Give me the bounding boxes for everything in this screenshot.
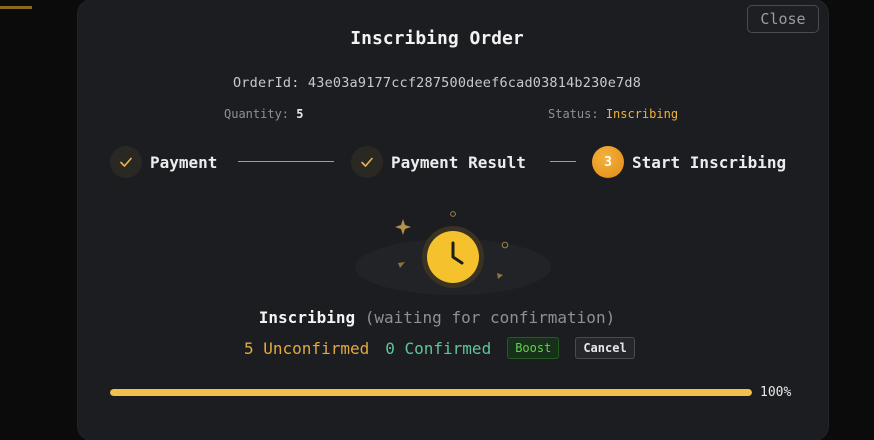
check-icon — [110, 146, 142, 178]
step-payment: Payment — [110, 146, 217, 178]
step-label: Start Inscribing — [632, 152, 787, 172]
sparkle-icon — [395, 219, 411, 235]
boost-button[interactable]: Boost — [507, 337, 560, 359]
step-label: Payment Result — [391, 152, 526, 172]
status-value: Inscribing — [605, 107, 679, 121]
status-field: Status: Inscribing — [548, 107, 678, 121]
step-connector — [550, 161, 576, 162]
quantity-field: Quantity: 5 — [224, 107, 304, 121]
step-payment-result: Payment Result — [351, 146, 526, 178]
confirmation-counts: 5 Unconfirmed 0 Confirmed Boost Cancel — [244, 337, 635, 359]
check-icon — [351, 146, 383, 178]
inscribing-subtitle: (waiting for confirmation) — [364, 308, 616, 327]
inscribing-title: Inscribing — [258, 308, 356, 327]
order-id-label: OrderId: — [232, 75, 300, 91]
top-accent-bar — [0, 6, 32, 9]
confirmed-count: 0 Confirmed — [385, 338, 492, 358]
progress-fill — [110, 389, 752, 396]
status-label: Status: — [548, 107, 599, 121]
quantity-value: 5 — [296, 107, 304, 121]
order-id-line: OrderId: 43e03a9177ccf287500deef6cad0381… — [0, 75, 874, 91]
quantity-label: Quantity: — [224, 107, 290, 121]
step-start-inscribing: 3 Start Inscribing — [592, 146, 786, 178]
inscribing-status: Inscribing (waiting for confirmation) — [0, 308, 874, 327]
unconfirmed-count: 5 Unconfirmed — [244, 338, 370, 358]
cancel-button[interactable]: Cancel — [575, 337, 635, 359]
order-id-value: 43e03a9177ccf287500deef6cad03814b230e7d8 — [307, 75, 642, 91]
step-connector — [238, 161, 334, 162]
progress-percent: 100% — [760, 385, 792, 400]
progress-bar — [110, 389, 752, 396]
modal-title: Inscribing Order — [350, 28, 524, 49]
step-label: Payment — [150, 152, 218, 172]
step-number-badge: 3 — [592, 146, 624, 178]
inscribing-illustration — [350, 205, 560, 300]
